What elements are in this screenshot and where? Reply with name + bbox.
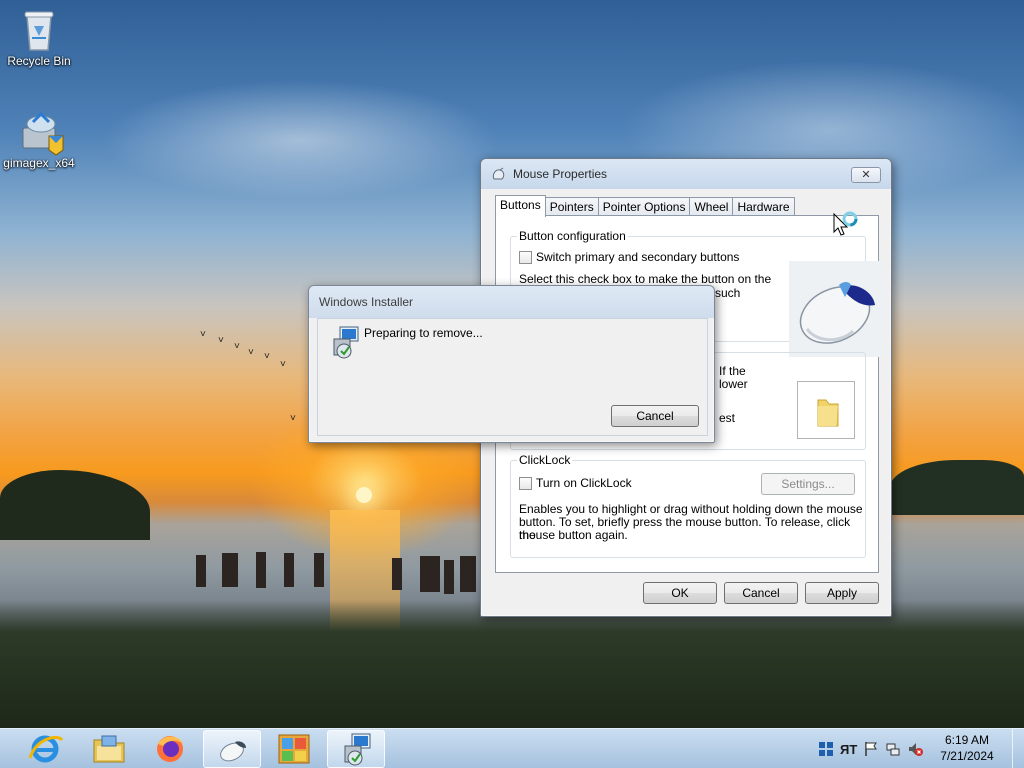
cloud: [100, 80, 500, 200]
taskbar-internet-explorer[interactable]: [16, 730, 74, 768]
taskbar-windows-installer[interactable]: [327, 730, 385, 768]
tab-buttons[interactable]: Buttons: [495, 195, 546, 217]
description-text: such: [715, 286, 741, 300]
desktop-icon-recycle-bin[interactable]: Recycle Bin: [2, 8, 76, 68]
pier-post: [392, 558, 402, 590]
bird: ˅: [218, 335, 224, 346]
show-desktop-button[interactable]: [1012, 729, 1024, 768]
group-label: ClickLock: [517, 453, 573, 467]
pier-post: [284, 553, 294, 587]
taskbar-control-panel[interactable]: [265, 730, 323, 768]
description-text: lower: [719, 377, 748, 391]
desktop-icon-label: Recycle Bin: [7, 54, 71, 68]
pier-post: [256, 552, 266, 588]
clicklock-group: ClickLock Turn on ClickLock Settings... …: [510, 453, 866, 558]
dialog-title: Windows Installer: [319, 295, 414, 309]
installer-package-icon: [19, 110, 64, 156]
pier-post: [460, 556, 476, 592]
bird: ˅: [248, 347, 254, 358]
pier-post: [314, 553, 324, 587]
close-button[interactable]: ✕: [851, 167, 881, 183]
dialog-body: Preparing to remove... Cancel: [317, 318, 708, 436]
title-bar: Windows Installer: [309, 286, 714, 318]
input-method-icon[interactable]: ЯТ: [840, 742, 857, 757]
checkbox[interactable]: [519, 477, 532, 491]
ok-button[interactable]: OK: [643, 582, 717, 604]
description-text: est: [719, 411, 736, 425]
clock[interactable]: 6:19 AM 7/21/2024: [932, 732, 1002, 764]
title-bar: Mouse Properties ✕: [481, 159, 891, 189]
pier-post: [222, 553, 238, 587]
clicklock-checkbox[interactable]: Turn on ClickLock: [519, 476, 632, 491]
bird: ˅: [264, 351, 270, 362]
action-center-icon[interactable]: [818, 741, 836, 757]
volume-muted-icon[interactable]: [907, 741, 925, 757]
bird: ˅: [200, 329, 206, 340]
mouse-properties-icon: [220, 741, 246, 762]
pier-post: [196, 555, 206, 587]
tab-hardware[interactable]: Hardware: [732, 197, 795, 217]
taskbar: ЯТ 6:19 AM 7/21/2024: [0, 728, 1024, 768]
windows-installer-dialog: Windows Installer Preparing to remove...…: [308, 285, 715, 443]
sun: [356, 487, 372, 503]
folder-icon[interactable]: [798, 382, 854, 438]
taskbar-firefox[interactable]: [141, 730, 199, 768]
status-message: Preparing to remove...: [364, 326, 483, 340]
installer-icon: [328, 325, 362, 361]
test-area[interactable]: [797, 381, 855, 439]
cancel-button[interactable]: Cancel: [611, 405, 699, 427]
cancel-button[interactable]: Cancel: [724, 582, 798, 604]
flag-icon[interactable]: [863, 741, 881, 757]
recycle-bin-icon: [19, 8, 59, 51]
description-text: mouse button again.: [519, 528, 628, 542]
checkbox-label: Switch primary and secondary buttons: [536, 250, 740, 264]
network-icon[interactable]: [885, 741, 903, 757]
window-title: Mouse Properties: [513, 167, 608, 181]
pier-post: [444, 560, 454, 594]
mouse-title-icon: [491, 167, 507, 181]
group-label: Button configuration: [517, 229, 628, 243]
mangrove-shore: [0, 600, 1024, 728]
file-explorer-icon: [93, 735, 125, 763]
taskbar-file-explorer[interactable]: [80, 730, 138, 768]
tab-wheel[interactable]: Wheel: [689, 197, 734, 217]
internet-explorer-icon: [28, 735, 64, 763]
bird: ˅: [280, 359, 286, 370]
apply-button[interactable]: Apply: [805, 582, 879, 604]
firefox-icon: [157, 736, 183, 762]
island: [890, 460, 1024, 515]
control-panel-icon: [278, 734, 310, 764]
bird: ˅: [290, 413, 296, 424]
switch-buttons-checkbox[interactable]: Switch primary and secondary buttons: [519, 250, 740, 265]
desktop-icon-gimagex[interactable]: gimagex_x64: [2, 110, 76, 170]
system-tray: ЯТ: [818, 729, 925, 768]
clock-time: 6:19 AM: [944, 733, 990, 747]
clicklock-settings-button[interactable]: Settings...: [761, 473, 855, 495]
tab-strip: Buttons Pointers Pointer Options Wheel H…: [495, 195, 795, 217]
checkbox[interactable]: [519, 251, 532, 265]
tab-pointer-options[interactable]: Pointer Options: [597, 197, 691, 217]
windows-installer-icon: [344, 733, 371, 766]
busy-cursor-icon: [832, 210, 860, 240]
taskbar-mouse-properties[interactable]: [203, 730, 261, 768]
mouse-illustration: [789, 261, 885, 357]
checkbox-label: Turn on ClickLock: [536, 476, 632, 490]
tab-pointers[interactable]: Pointers: [544, 197, 599, 217]
island: [0, 470, 150, 540]
pier-post: [420, 556, 440, 592]
clock-date: 7/21/2024: [940, 749, 994, 763]
desktop-icon-label: gimagex_x64: [3, 156, 75, 170]
bird: ˅: [234, 341, 240, 352]
